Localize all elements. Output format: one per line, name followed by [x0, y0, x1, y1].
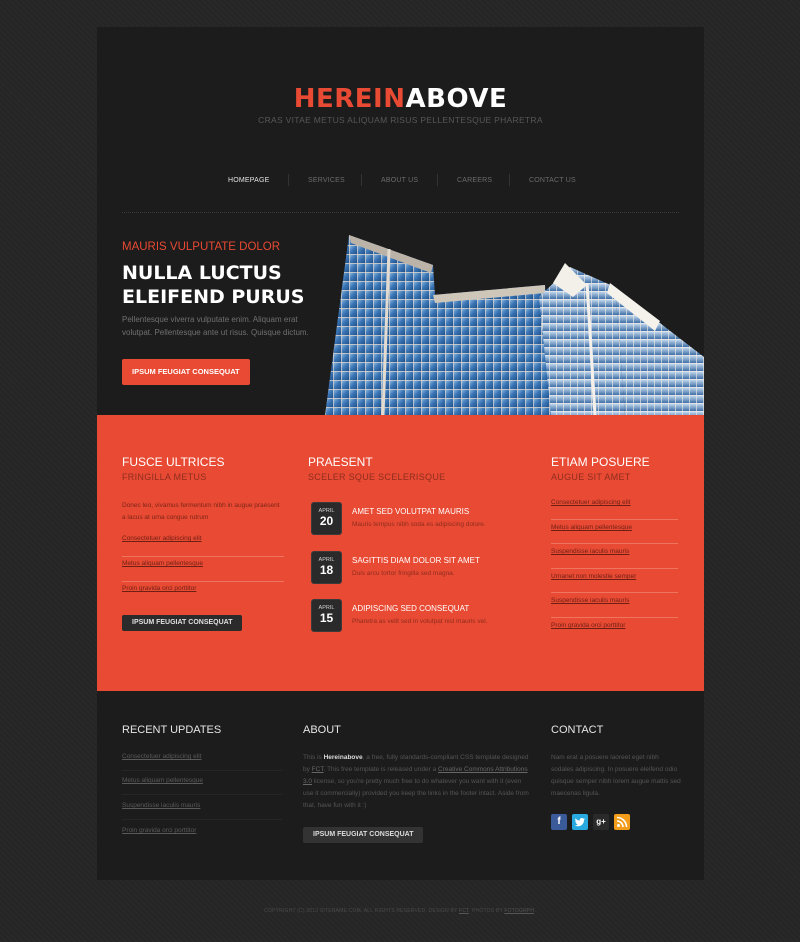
- event-date-badge: APRIL 18: [311, 551, 342, 584]
- copyright-photos-link[interactable]: FOTOGRPH: [504, 908, 534, 914]
- footer-divider: [122, 819, 282, 820]
- contact-text: Nam erat a posuere laoreet eget nibh sod…: [551, 754, 681, 797]
- fct-link[interactable]: FCT: [312, 766, 324, 773]
- col3-divider: [551, 592, 678, 593]
- about-text-part: . This free template is released under a: [323, 766, 439, 773]
- nav-divider-line: [122, 212, 679, 213]
- col1-divider: [122, 581, 284, 582]
- about-text-part: This is: [303, 754, 324, 761]
- hero-kicker: MAURIS VULPUTATE DOLOR: [122, 241, 281, 253]
- copyright-text: COPYRIGHT (C) 2013 SITENAME.COM. ALL RIG…: [264, 908, 460, 914]
- hero-text: Pellentesque viverra vulputate enim. Ali…: [122, 315, 309, 337]
- about-text: This is Hereinabove, a free, fully stand…: [303, 752, 531, 812]
- event-day: 20: [319, 514, 334, 528]
- col1-link-1[interactable]: Consectetuer adipiscing elit: [122, 535, 202, 542]
- nav-item-homepage[interactable]: HOMEPAGE: [228, 177, 270, 184]
- footer-divider: [122, 794, 282, 795]
- col3-title: ETIAM POSUERE: [551, 455, 650, 469]
- event-text: Mauris tempus nibh soda es adipiscing do…: [352, 521, 486, 528]
- col3-divider: [551, 519, 678, 520]
- col3-link-1[interactable]: Consectetuer adipiscing elit: [551, 499, 631, 506]
- event-date-badge: APRIL 15: [311, 599, 342, 632]
- about-text-part: license, so you're pretty much free to d…: [303, 778, 529, 809]
- facebook-icon[interactable]: f: [551, 814, 567, 830]
- recent-link-4[interactable]: Proin gravida orci porttitor: [122, 827, 196, 834]
- about-title: ABOUT: [303, 724, 341, 736]
- col2-subtitle: SCELER SQUE SCELERISQUE: [308, 472, 446, 482]
- logo-part-herein: HEREIN: [293, 84, 406, 114]
- recent-link-3[interactable]: Suspendisse iaculis mauris: [122, 802, 200, 809]
- hero-title-line2: ELEIFEND PURUS: [122, 286, 305, 308]
- event-day: 15: [319, 611, 334, 625]
- about-brand: Hereinabove: [323, 754, 363, 761]
- about-button[interactable]: IPSUM FEUGIAT CONSEQUAT: [303, 827, 424, 843]
- nav-divider: [361, 174, 362, 186]
- col1-text: Donec leo, vivamus fermentum nibh in aug…: [122, 502, 280, 521]
- nav-divider: [509, 174, 510, 186]
- col1-title: FUSCE ULTRICES: [122, 455, 225, 469]
- col3-divider: [551, 543, 678, 544]
- col3-subtitle: AUGUE SIT AMET: [551, 472, 631, 482]
- hero-cta-button[interactable]: IPSUM FEUGIAT CONSEQUAT: [122, 359, 250, 385]
- nav-divider: [288, 174, 289, 186]
- feature-band: FUSCE ULTRICES FRINGILLA METUS Donec leo…: [97, 415, 704, 691]
- event-text: Pharetra as velit sed in volutpat nisl m…: [352, 618, 488, 625]
- event-text: Duis arcu tortor fringilla sed magna.: [352, 570, 455, 577]
- nav-item-about-us[interactable]: ABOUT US: [381, 177, 418, 184]
- site-logo[interactable]: HEREINABOVE: [97, 84, 704, 114]
- nav-item-contact-us[interactable]: CONTACT US: [529, 177, 576, 184]
- hero-title-line1: NULLA LUCTUS: [122, 262, 282, 284]
- col1-button[interactable]: IPSUM FEUGIAT CONSEQUAT: [122, 615, 243, 631]
- recent-link-2[interactable]: Metus aliquam pellentesque: [122, 777, 203, 784]
- hero-building-image: [325, 227, 704, 415]
- col1-subtitle: FRINGILLA METUS: [122, 472, 207, 482]
- event-title[interactable]: SAGITTIS DIAM DOLOR SIT AMET: [352, 556, 480, 565]
- copyright-fct-link[interactable]: FCT: [459, 908, 469, 914]
- nav-item-services[interactable]: SERVICES: [308, 177, 345, 184]
- site-tagline: CRAS VITAE METUS ALIQUAM RISUS PELLENTES…: [258, 115, 543, 125]
- col1-divider: [122, 556, 284, 557]
- col3-link-2[interactable]: Metus aliquam pellentesque: [551, 524, 632, 531]
- col3-divider: [551, 617, 678, 618]
- col1-link-3[interactable]: Proin gravida orci porttitor: [122, 585, 196, 592]
- event-title[interactable]: AMET SED VOLUTPAT MAURIS: [352, 507, 469, 516]
- page-wrapper: HEREINABOVE CRAS VITAE METUS ALIQUAM RIS…: [97, 27, 704, 880]
- recent-link-1[interactable]: Consectetuer adipiscing elit: [122, 753, 202, 760]
- col2-title: PRAESENT: [308, 455, 373, 469]
- logo-part-above: ABOVE: [405, 84, 508, 114]
- recent-updates-title: RECENT UPDATES: [122, 724, 222, 736]
- footer-divider: [122, 770, 282, 771]
- hero-title: NULLA LUCTUS ELEIFEND PURUS: [122, 261, 342, 309]
- rss-icon[interactable]: [614, 814, 630, 830]
- contact-title: CONTACT: [551, 724, 604, 736]
- copyright-text: .: [534, 908, 536, 914]
- google-plus-icon[interactable]: g+: [593, 814, 609, 830]
- col3-link-4[interactable]: Urnanet non molestie semper: [551, 573, 636, 580]
- col3-link-6[interactable]: Proin gravida orci porttitor: [551, 622, 625, 629]
- event-title[interactable]: ADIPISCING SED CONSEQUAT: [352, 604, 469, 613]
- col3-divider: [551, 568, 678, 569]
- copyright-bar: COPYRIGHT (C) 2013 SITENAME.COM. ALL RIG…: [0, 908, 800, 914]
- twitter-icon[interactable]: [572, 814, 588, 830]
- col3-link-3[interactable]: Suspendisse iaculis mauris: [551, 548, 629, 555]
- nav-divider: [437, 174, 438, 186]
- col1-link-2[interactable]: Metus aliquam pellentesque: [122, 560, 203, 567]
- event-day: 18: [319, 563, 334, 577]
- nav-item-careers[interactable]: CAREERS: [457, 177, 492, 184]
- event-date-badge: APRIL 20: [311, 502, 342, 535]
- col3-link-5[interactable]: Suspendisse iaculis mauris: [551, 597, 629, 604]
- copyright-text: . PHOTOS BY: [468, 908, 505, 914]
